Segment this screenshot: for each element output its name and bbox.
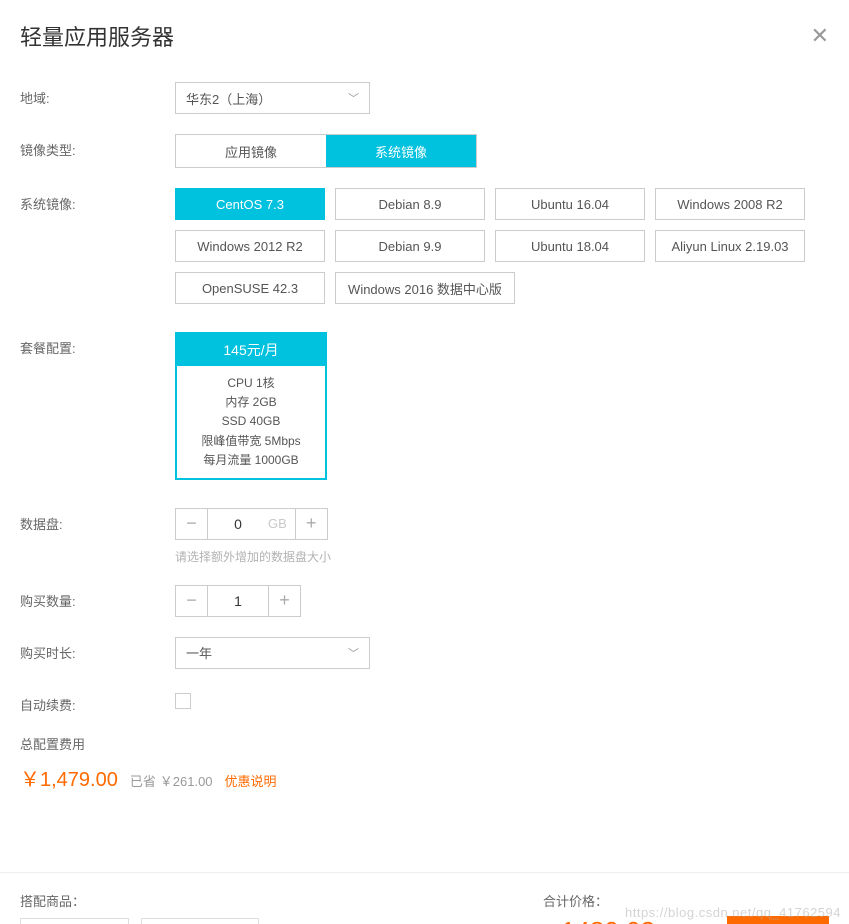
addon-card[interactable]: 云数据库MySQL加购价：￥6.90 [141, 918, 258, 924]
os-option[interactable]: Aliyun Linux 2.19.03 [655, 230, 805, 262]
os-option[interactable]: Windows 2016 数据中心版 [335, 272, 515, 304]
quantity-minus[interactable]: − [176, 586, 208, 616]
data-disk-hint: 请选择额外增加的数据盘大小 [175, 548, 829, 565]
tab-app-image[interactable]: 应用镜像 [176, 135, 326, 167]
data-disk-label: 数据盘: [20, 508, 175, 533]
plan-spec-line: 限峰值带宽 5Mbps [181, 432, 321, 451]
image-type-tabs: 应用镜像 系统镜像 [175, 134, 477, 168]
quantity-label: 购买数量: [20, 585, 175, 610]
grand-total-price: ￥1480.02 [543, 916, 655, 924]
quantity-plus[interactable]: + [268, 586, 300, 616]
addons-label: 搭配商品： [20, 891, 259, 910]
addons-list: 对象存储OSS加购价：￥4.98 云数据库MySQL加购价：￥6.90 [20, 918, 259, 924]
chevron-down-icon: ﹀ [348, 645, 359, 661]
quantity-input[interactable] [208, 586, 268, 616]
image-type-label: 镜像类型: [20, 134, 175, 159]
saved-label: 已省 [130, 774, 156, 789]
auto-renew-label: 自动续费: [20, 689, 175, 714]
data-disk-input[interactable] [208, 509, 268, 539]
total-config-label: 总配置费用 [20, 734, 829, 753]
plan-card[interactable]: 145元/月 CPU 1核内存 2GBSSD 40GB限峰值带宽 5Mbps每月… [175, 332, 327, 480]
data-disk-plus[interactable]: + [295, 509, 327, 539]
duration-selected: 一年 [186, 643, 212, 662]
duration-select[interactable]: 一年 ﹀ [175, 637, 370, 669]
region-select[interactable]: 华东2（上海） ﹀ [175, 82, 370, 114]
discount-link[interactable]: 优惠说明 [225, 771, 277, 790]
os-option[interactable]: CentOS 7.3 [175, 188, 325, 220]
os-option[interactable]: Ubuntu 18.04 [495, 230, 645, 262]
page-title: 轻量应用服务器 [20, 20, 174, 52]
os-option[interactable]: Debian 8.9 [335, 188, 485, 220]
region-selected: 华东2（上海） [186, 89, 271, 108]
auto-renew-checkbox[interactable] [175, 693, 191, 709]
quantity-stepper: − + [175, 585, 301, 617]
os-image-grid: CentOS 7.3 Debian 8.9 Ubuntu 16.04 Windows … [175, 188, 815, 304]
tab-system-image[interactable]: 系统镜像 [326, 135, 476, 167]
plan-spec-line: SSD 40GB [181, 412, 321, 431]
plan-spec-line: CPU 1核 [181, 374, 321, 393]
os-option[interactable]: Ubuntu 16.04 [495, 188, 645, 220]
plan-label: 套餐配置: [20, 332, 175, 357]
add-to-cart-button[interactable]: 加入购物车 [727, 916, 829, 924]
os-option[interactable]: Windows 2012 R2 [175, 230, 325, 262]
data-disk-minus[interactable]: − [176, 509, 208, 539]
plan-spec-line: 每月流量 1000GB [181, 451, 321, 470]
total-price: ￥1,479.00 [20, 763, 118, 792]
addon-card[interactable]: 对象存储OSS加购价：￥4.98 [20, 918, 129, 924]
plan-price: 145元/月 [177, 334, 325, 366]
os-option[interactable]: OpenSUSE 42.3 [175, 272, 325, 304]
system-image-label: 系统镜像: [20, 188, 175, 213]
os-option[interactable]: Windows 2008 R2 [655, 188, 805, 220]
close-icon[interactable]: ✕ [811, 23, 829, 49]
os-option[interactable]: Debian 9.9 [335, 230, 485, 262]
chevron-down-icon: ﹀ [348, 90, 359, 106]
plan-spec-line: 内存 2GB [181, 393, 321, 412]
data-disk-stepper: − GB + [175, 508, 328, 540]
plan-specs: CPU 1核内存 2GBSSD 40GB限峰值带宽 5Mbps每月流量 1000… [177, 366, 325, 478]
data-disk-unit: GB [268, 516, 295, 531]
region-label: 地域: [20, 82, 175, 107]
duration-label: 购买时长: [20, 637, 175, 662]
saved-amount: ￥261.00 [160, 774, 213, 789]
grand-total-label: 合计价格： [543, 891, 829, 910]
